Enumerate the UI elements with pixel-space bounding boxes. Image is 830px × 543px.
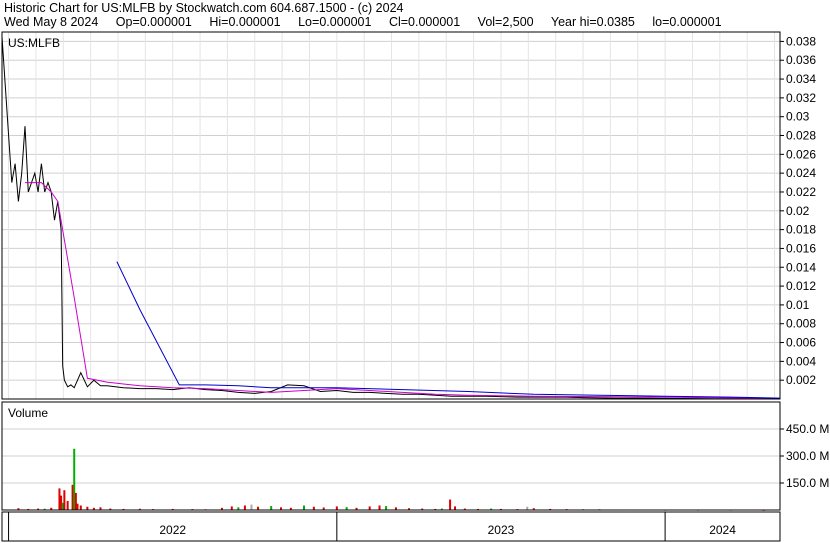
volume-bar bbox=[250, 504, 253, 510]
volume-bar bbox=[385, 506, 388, 510]
price-tick-label: 0.038 bbox=[786, 34, 816, 48]
price-tick-label: 0.018 bbox=[786, 223, 816, 237]
price-tick-label: 0.016 bbox=[786, 241, 816, 255]
price-tick-label: 0.028 bbox=[786, 129, 816, 143]
time-axis-frame bbox=[1, 511, 781, 542]
year-label: 2022 bbox=[159, 523, 186, 537]
volume-axis: 450.0 M 300.0 M 150.0 M bbox=[780, 422, 829, 490]
price-series bbox=[1, 36, 781, 400]
price-tick-label: 0.01 bbox=[786, 298, 810, 312]
price-tick-label: 0.03 bbox=[786, 110, 810, 124]
price-panel-title: US:MLFB bbox=[8, 36, 60, 50]
price-tick-label: 0.034 bbox=[786, 72, 816, 86]
volume-bar bbox=[270, 506, 273, 510]
volume-bar bbox=[79, 505, 82, 510]
price-tick-label: 0.036 bbox=[786, 53, 816, 67]
volume-bar bbox=[303, 505, 306, 510]
price-panel-frame bbox=[1, 31, 781, 400]
volume-bar bbox=[230, 506, 233, 510]
price-tick-label: 0.026 bbox=[786, 147, 816, 161]
price-tick-label: 0.022 bbox=[786, 185, 816, 199]
volume-panel-title: Volume bbox=[8, 406, 48, 420]
volume-bar bbox=[378, 505, 381, 510]
volume-grid bbox=[2, 428, 780, 484]
volume-bar bbox=[368, 506, 371, 510]
price-tick-label: 0.006 bbox=[786, 336, 816, 350]
volume-bar bbox=[243, 505, 246, 510]
year-label: 2023 bbox=[488, 523, 515, 537]
price-axis: 0.038 0.036 0.034 0.032 0.03 0.028 0.026 0.024 0… bbox=[780, 34, 816, 387]
volume-bar bbox=[454, 506, 457, 510]
volume-tick-label: 300.0 M bbox=[786, 449, 829, 463]
price-series-line-0 bbox=[1, 36, 781, 400]
price-grid bbox=[2, 32, 780, 399]
price-tick-label: 0.002 bbox=[786, 373, 816, 387]
volume-bar bbox=[66, 501, 69, 510]
volume-bar bbox=[449, 499, 452, 510]
time-axis: 2022 2023 2024 bbox=[8, 512, 736, 541]
price-series-line-2 bbox=[116, 261, 781, 399]
volume-bars bbox=[17, 448, 765, 511]
price-tick-label: 0.014 bbox=[786, 260, 816, 274]
price-tick-label: 0.012 bbox=[786, 279, 816, 293]
price-tick-label: 0.024 bbox=[786, 166, 816, 180]
price-tick-label: 0.032 bbox=[786, 91, 816, 105]
volume-bar bbox=[63, 490, 66, 510]
price-tick-label: 0.008 bbox=[786, 317, 816, 331]
year-label: 2024 bbox=[709, 523, 736, 537]
volume-tick-label: 150.0 M bbox=[786, 476, 829, 490]
stock-chart: US:MLFB 0.0380.0360.0340.0320.030.0280.0… bbox=[1, 31, 829, 542]
price-series-line-1 bbox=[25, 182, 781, 399]
price-tick-label: 0.02 bbox=[786, 204, 810, 218]
volume-bar bbox=[335, 506, 338, 510]
price-tick-label: 0.004 bbox=[786, 354, 816, 368]
volume-tick-label: 450.0 M bbox=[786, 422, 829, 436]
volume-bar bbox=[76, 503, 79, 510]
